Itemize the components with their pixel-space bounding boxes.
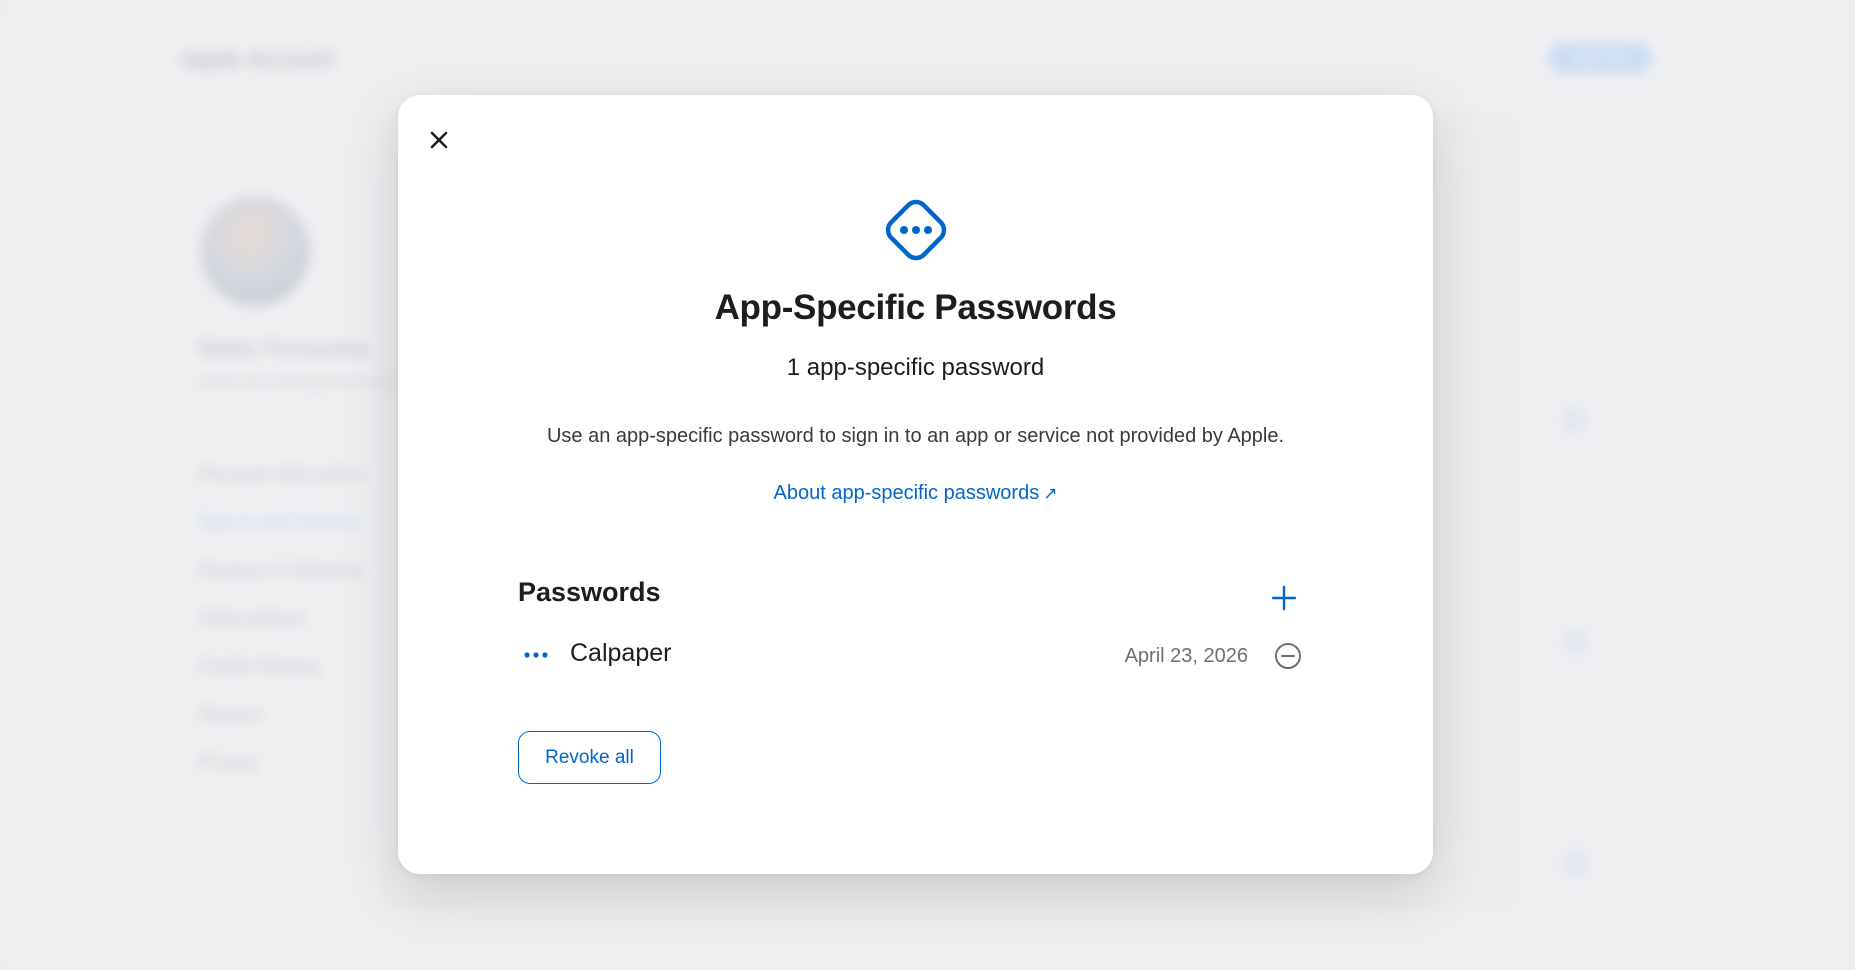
password-count: 1 app-specific password bbox=[786, 354, 1045, 381]
minus-circle-icon bbox=[1275, 643, 1301, 669]
close-button[interactable] bbox=[424, 125, 454, 155]
plus-icon bbox=[1271, 585, 1297, 611]
remove-password-button[interactable] bbox=[1273, 641, 1303, 671]
external-link-icon: ↗ bbox=[1043, 484, 1058, 503]
password-name: Calpaper bbox=[570, 639, 672, 667]
passwords-section-title: Passwords bbox=[518, 577, 661, 607]
password-list-item[interactable]: Calpaper April 23, 2026 bbox=[518, 633, 1303, 679]
revoke-all-button[interactable]: Revoke all bbox=[518, 731, 661, 784]
ellipsis-icon bbox=[524, 652, 548, 658]
app-specific-passwords-dialog: App-Specific Passwords 1 app-specific pa… bbox=[398, 95, 1433, 874]
close-icon bbox=[430, 131, 448, 149]
add-password-button[interactable] bbox=[1270, 584, 1298, 612]
password-date: April 23, 2026 bbox=[1124, 645, 1248, 667]
password-diamond-icon bbox=[885, 199, 947, 261]
dialog-description: Use an app-specific password to sign in … bbox=[546, 425, 1285, 447]
dialog-title: App-Specific Passwords bbox=[714, 288, 1117, 327]
about-link-label: About app-specific passwords bbox=[773, 482, 1040, 504]
about-app-specific-passwords-link[interactable]: About app-specific passwords ↗ bbox=[398, 482, 1433, 505]
